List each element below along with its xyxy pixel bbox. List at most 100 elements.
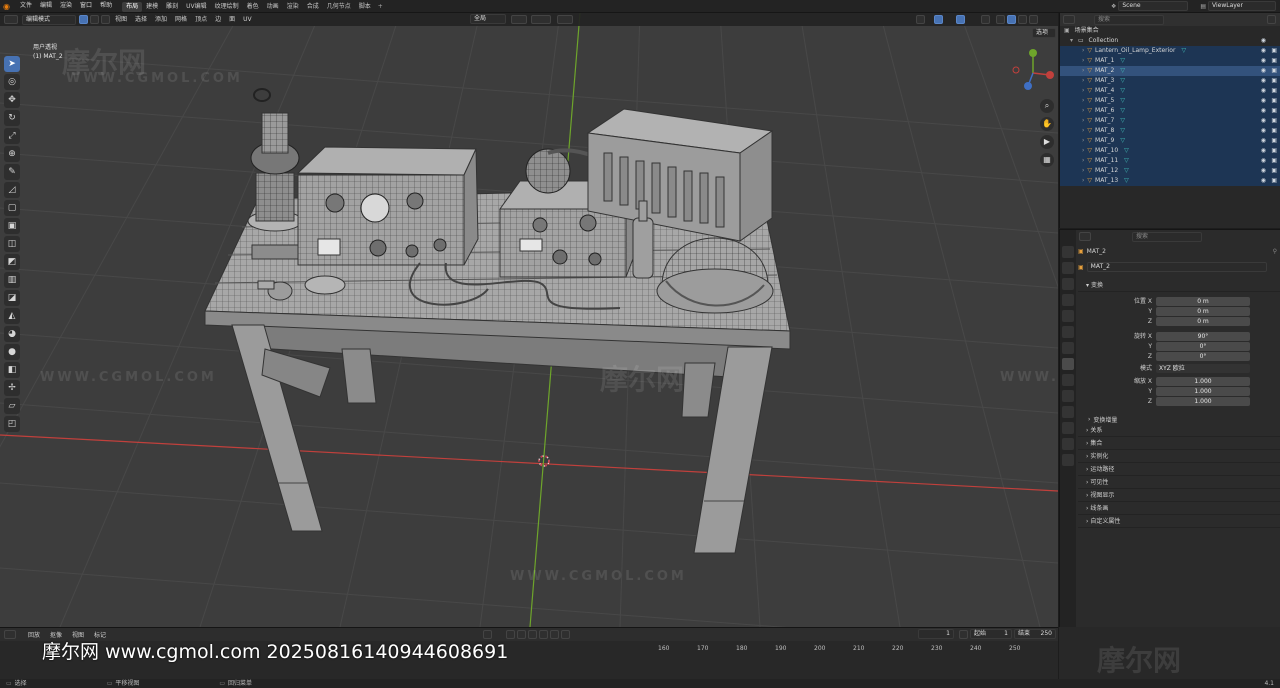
rotation-z-field[interactable]: 0° — [1156, 352, 1250, 361]
inset-tool-icon[interactable]: ◫ — [4, 236, 20, 252]
properties-panel-header[interactable]: › 线条画 — [1078, 502, 1280, 515]
eye-icon[interactable]: ◉ — [1261, 96, 1266, 106]
play-icon[interactable] — [539, 630, 548, 639]
menu-edit[interactable]: 编辑 — [36, 0, 56, 12]
viewport-menu-uv[interactable]: UV — [239, 13, 256, 26]
render-tab-icon[interactable] — [1062, 262, 1074, 274]
tool-tab-icon[interactable] — [1062, 246, 1074, 258]
rotate-tool-icon[interactable]: ↻ — [4, 110, 20, 126]
chevron-right-icon[interactable]: › — [1082, 147, 1084, 154]
object-name-field[interactable]: MAT_2 — [1086, 262, 1267, 272]
viewport-menu-add[interactable]: 添加 — [151, 13, 171, 26]
vertex-select-icon[interactable] — [79, 15, 88, 24]
modifier-tab-icon[interactable] — [1062, 374, 1074, 386]
edge-slide-tool-icon[interactable]: ◧ — [4, 362, 20, 378]
camera-render-icon[interactable]: ▣ — [1271, 46, 1277, 56]
eye-icon[interactable]: ◉ — [1261, 166, 1266, 176]
camera-render-icon[interactable]: ▣ — [1271, 126, 1277, 136]
collection-row[interactable]: ▾ ▭ Collection ◉ — [1060, 36, 1280, 46]
camera-render-icon[interactable]: ▣ — [1271, 106, 1277, 116]
proportional-edit-icon[interactable] — [557, 15, 573, 24]
workspace-tab-sculpting[interactable]: 雕刻 — [162, 2, 182, 12]
pivot-point-icon[interactable] — [511, 15, 527, 24]
eye-icon[interactable]: ◉ — [1261, 106, 1266, 116]
next-keyframe-icon[interactable] — [550, 630, 559, 639]
eye-icon[interactable]: ◉ — [1261, 66, 1266, 76]
scale-x-field[interactable]: 1.000 — [1156, 377, 1250, 386]
outliner-object-row[interactable]: › ▽ MAT_7 ▽ ◉ ▣ — [1060, 116, 1280, 126]
properties-editor-icon[interactable] — [1079, 232, 1091, 241]
scene-name-field[interactable]: Scene — [1118, 1, 1189, 11]
spin-tool-icon[interactable]: ◕ — [4, 326, 20, 342]
constraints-tab-icon[interactable] — [1062, 422, 1074, 434]
camera-view-icon[interactable]: ▶ — [1040, 135, 1054, 149]
menu-window[interactable]: 窗口 — [76, 0, 96, 12]
properties-panel-header[interactable]: › 运动路径 — [1078, 463, 1280, 476]
eye-icon[interactable]: ◉ — [1261, 136, 1266, 146]
workspace-tab-scripting[interactable]: 脚本 — [355, 2, 375, 12]
collection-tab-icon[interactable] — [1062, 342, 1074, 354]
viewport-menu-face[interactable]: 面 — [225, 13, 239, 26]
poly-build-tool-icon[interactable]: ◭ — [4, 308, 20, 324]
material-tab-icon[interactable] — [1062, 454, 1074, 466]
mode-selector[interactable]: 编辑模式 — [22, 14, 76, 25]
scene-collection-row[interactable]: ▣ 场景集合 — [1060, 26, 1280, 36]
pin-icon[interactable]: ⚲ — [1273, 248, 1277, 255]
3d-viewport[interactable]: 编辑模式 视图 选择 添加 网格 顶点 边 面 UV 全局 选项 用户透视 (1… — [0, 13, 1058, 627]
camera-render-icon[interactable]: ▣ — [1271, 86, 1277, 96]
overlay-toggle-icon[interactable] — [956, 15, 965, 24]
outliner-object-row[interactable]: › ▽ MAT_9 ▽ ◉ ▣ — [1060, 136, 1280, 146]
eye-icon[interactable]: ◉ — [1261, 76, 1266, 86]
gizmo-toggle-icon[interactable] — [934, 15, 943, 24]
options-dropdown[interactable]: 选项 — [1032, 28, 1056, 38]
camera-render-icon[interactable]: ▣ — [1271, 116, 1277, 126]
rotation-x-field[interactable]: 90° — [1156, 332, 1250, 341]
loop-cut-tool-icon[interactable]: ▥ — [4, 272, 20, 288]
location-z-field[interactable]: 0 m — [1156, 317, 1250, 326]
outliner-object-row[interactable]: › ▽ MAT_8 ▽ ◉ ▣ — [1060, 126, 1280, 136]
rip-tool-icon[interactable]: ◰ — [4, 416, 20, 432]
cursor-tool-icon[interactable]: ◎ — [4, 74, 20, 90]
visibility-icon[interactable] — [916, 15, 925, 24]
eye-icon[interactable]: ◉ — [1261, 176, 1266, 186]
camera-render-icon[interactable]: ▣ — [1271, 56, 1277, 66]
eye-icon[interactable]: ◉ — [1261, 146, 1266, 156]
outliner-object-row[interactable]: › ▽ MAT_3 ▽ ◉ ▣ — [1060, 76, 1280, 86]
workspace-tab-texture-paint[interactable]: 纹理绘制 — [211, 2, 243, 12]
filter-icon[interactable] — [1267, 15, 1276, 24]
clock-icon[interactable] — [959, 630, 968, 639]
start-frame-field[interactable]: 起始 1 — [970, 629, 1012, 639]
xray-toggle-icon[interactable] — [981, 15, 990, 24]
perspective-grid-icon[interactable]: ▦ — [1040, 153, 1054, 167]
snap-icon[interactable] — [531, 15, 551, 24]
world-tab-icon[interactable] — [1062, 326, 1074, 338]
outliner-object-row[interactable]: › ▽ MAT_12 ▽ ◉ ▣ — [1060, 166, 1280, 176]
chevron-right-icon[interactable]: › — [1082, 167, 1084, 174]
eye-icon[interactable]: ◉ — [1261, 156, 1266, 166]
select-box-tool-icon[interactable]: ➤ — [4, 56, 20, 72]
camera-render-icon[interactable]: ▣ — [1271, 156, 1277, 166]
eye-icon[interactable]: ◉ — [1261, 56, 1266, 66]
zoom-icon[interactable]: ⌕ — [1040, 99, 1054, 113]
rotation-mode-dropdown[interactable]: XYZ 欧拉 — [1156, 364, 1250, 373]
camera-render-icon[interactable]: ▣ — [1271, 166, 1277, 176]
workspace-tab-uv-editing[interactable]: UV编辑 — [182, 2, 211, 12]
workspace-tab-animation[interactable]: 动画 — [263, 2, 283, 12]
play-reverse-icon[interactable] — [528, 630, 537, 639]
jump-end-icon[interactable] — [561, 630, 570, 639]
transform-orientation-selector[interactable]: 全局 — [470, 14, 506, 24]
measure-tool-icon[interactable]: ◿ — [4, 182, 20, 198]
workspace-tab-rendering[interactable]: 渲染 — [283, 2, 303, 12]
camera-render-icon[interactable]: ▣ — [1271, 96, 1277, 106]
camera-render-icon[interactable]: ▣ — [1271, 66, 1277, 76]
viewport-menu-edge[interactable]: 边 — [211, 13, 225, 26]
eye-icon[interactable]: ◉ — [1261, 46, 1266, 56]
knife-tool-icon[interactable]: ◪ — [4, 290, 20, 306]
delta-transform-subpanel[interactable]: › 变换增量 — [1078, 414, 1280, 424]
chevron-right-icon[interactable]: › — [1082, 177, 1084, 184]
object-tab-icon[interactable] — [1062, 358, 1074, 370]
outliner-object-row[interactable]: › ▽ MAT_2 ▽ ◉ ▣ — [1060, 66, 1280, 76]
chevron-right-icon[interactable]: › — [1082, 117, 1084, 124]
chevron-right-icon[interactable]: › — [1082, 47, 1084, 54]
workspace-tab-layout[interactable]: 布局 — [122, 1, 143, 12]
